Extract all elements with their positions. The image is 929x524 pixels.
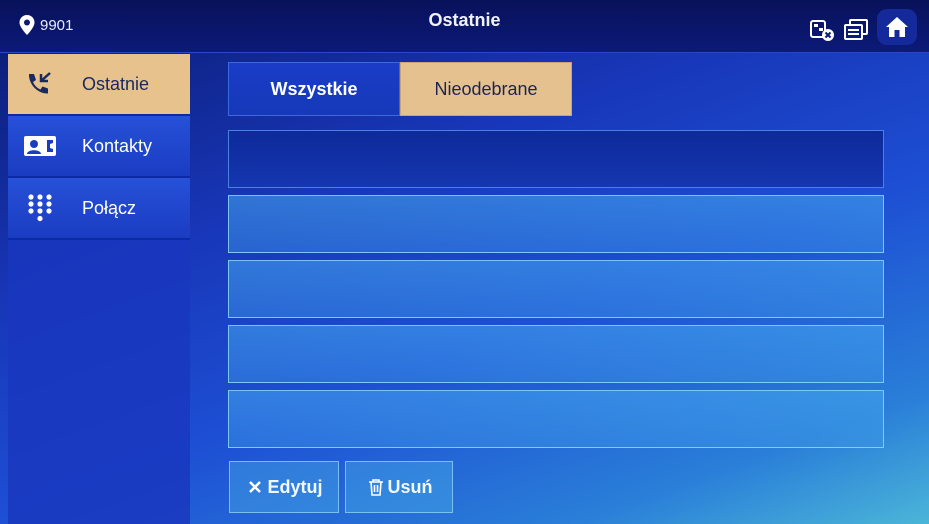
sidebar-item-label: Ostatnie [82,73,150,94]
sidebar-item-label: Kontakty [82,135,153,156]
sidebar-item-polacz[interactable]: Połącz [8,178,190,240]
delete-button[interactable]: Usuń [345,461,453,513]
filter-tabs: Wszystkie Nieodebrane [228,62,572,116]
delete-button-label: Usuń [387,476,433,497]
list-item[interactable] [228,130,884,188]
home-icon [886,17,908,37]
contacts-icon [20,131,60,161]
call-list [228,130,884,455]
network-disconnected-icon[interactable] [809,18,835,42]
monitor-icon[interactable] [843,18,869,42]
list-item[interactable] [228,390,884,448]
tab-nieodebrane[interactable]: Nieodebrane [400,62,572,116]
list-item[interactable] [228,325,884,383]
tab-wszystkie[interactable]: Wszystkie [228,62,400,116]
sidebar-item-ostatnie[interactable]: Ostatnie [8,54,190,116]
sidebar-item-kontakty[interactable]: Kontakty [8,116,190,178]
page-title: Ostatnie [428,10,501,30]
edit-button[interactable]: Edytuj [229,461,339,513]
home-button[interactable] [877,9,917,45]
top-bar: 9901 Ostatnie [0,0,929,53]
edit-button-label: Edytuj [267,476,323,497]
dialpad-icon [20,193,60,223]
sidebar-item-label: Połącz [82,197,137,218]
list-item[interactable] [228,260,884,318]
list-item[interactable] [228,195,884,253]
recent-calls-icon [20,69,60,99]
sidebar: Ostatnie Kontakty Połącz [8,54,190,524]
action-bar: Edytuj Usuń [229,461,453,513]
trash-icon [368,479,383,496]
close-icon [249,481,262,493]
